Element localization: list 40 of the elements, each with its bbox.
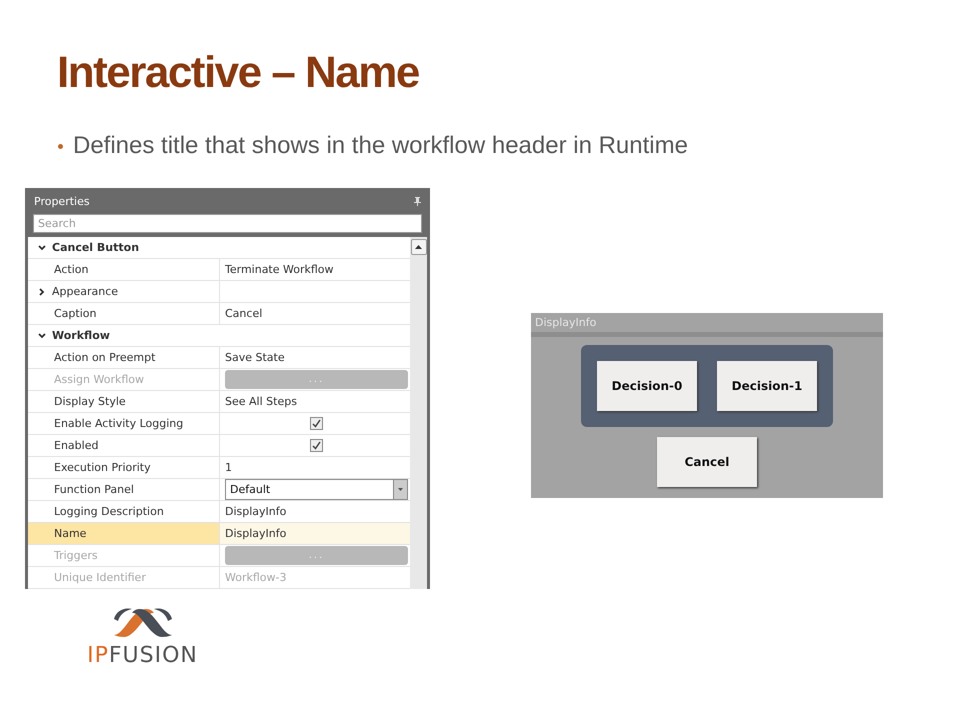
property-row-label[interactable]: Action on Preempt bbox=[28, 347, 220, 368]
property-row-label[interactable]: Logging Description bbox=[28, 501, 220, 522]
pin-icon[interactable] bbox=[414, 196, 421, 206]
decision-button[interactable]: Decision-1 bbox=[717, 361, 817, 411]
property-value[interactable]: DisplayInfo bbox=[220, 523, 410, 544]
category-label: Cancel Button bbox=[52, 241, 140, 254]
bullet-text: Defines title that shows in the workflow header in Runtime bbox=[73, 132, 688, 160]
property-row-label[interactable]: Function Panel bbox=[28, 479, 220, 500]
cancel-button[interactable]: Cancel bbox=[657, 437, 757, 487]
property-row-label[interactable]: Enabled bbox=[28, 435, 220, 456]
chevron-icon[interactable] bbox=[38, 288, 46, 296]
bullet-dot bbox=[58, 144, 63, 148]
checkbox[interactable] bbox=[310, 439, 323, 452]
property-row-label[interactable]: Caption bbox=[28, 303, 220, 324]
chevron-icon[interactable] bbox=[38, 244, 46, 252]
property-row-label[interactable]: Appearance bbox=[28, 281, 220, 302]
property-row-label[interactable]: Display Style bbox=[28, 391, 220, 412]
dropdown[interactable]: Default bbox=[225, 479, 408, 500]
property-value[interactable]: DisplayInfo bbox=[220, 501, 410, 522]
property-value[interactable]: See All Steps bbox=[220, 391, 410, 412]
window-title: DisplayInfo bbox=[535, 316, 596, 329]
caret-icon bbox=[398, 488, 403, 491]
scroll-up-button[interactable] bbox=[410, 239, 426, 255]
property-value[interactable]: Save State bbox=[220, 347, 410, 368]
property-row-label[interactable]: Execution Priority bbox=[28, 457, 220, 478]
slide-title: Interactive – Name bbox=[57, 48, 420, 98]
decision-button[interactable]: Decision-0 bbox=[597, 361, 697, 411]
chevron-icon[interactable] bbox=[38, 332, 46, 340]
property-value[interactable]: 1 bbox=[220, 457, 410, 478]
arrow-up-icon bbox=[415, 245, 422, 249]
property-row-label[interactable]: Enable Activity Logging bbox=[28, 413, 220, 434]
logo-text: IPFUSION bbox=[87, 643, 198, 668]
checkbox[interactable] bbox=[310, 417, 323, 430]
property-value[interactable]: Cancel bbox=[220, 303, 410, 324]
search-field[interactable]: Search bbox=[33, 214, 422, 233]
panel-title: Properties bbox=[34, 194, 90, 208]
property-row-label[interactable]: Action bbox=[28, 259, 220, 280]
category-label: Workflow bbox=[52, 329, 110, 342]
property-value[interactable]: Terminate Workflow bbox=[220, 259, 410, 280]
property-row-label[interactable]: Name bbox=[28, 523, 220, 544]
